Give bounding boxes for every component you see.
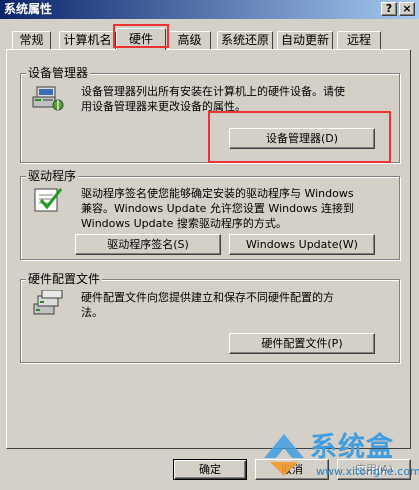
windows-update-button[interactable]: Windows Update(W)	[229, 234, 375, 255]
tab-computer-name[interactable]: 计算机名	[59, 31, 116, 49]
device-manager-title: 设备管理器	[26, 66, 91, 80]
window-title: 系统属性	[4, 2, 53, 16]
system-properties-window: 系统属性 ? × 常规 计算机名 硬件 高级 系统还原 自动更新 远程 设备管理…	[0, 0, 419, 490]
close-button[interactable]: ×	[399, 2, 415, 16]
driver-signing-button[interactable]: 驱动程序签名(S)	[75, 234, 221, 255]
hardware-profile-icon	[33, 290, 63, 315]
tab-general[interactable]: 常规	[12, 31, 51, 49]
driver-signing-icon	[34, 188, 63, 212]
hardware-profiles-button[interactable]: 硬件配置文件(P)	[229, 333, 375, 354]
watermark-brand: 系统盒	[310, 432, 394, 463]
device-manager-icon	[32, 86, 64, 111]
device-manager-button[interactable]: 设备管理器(D)	[229, 128, 375, 149]
tab-system-restore[interactable]: 系统还原	[217, 31, 273, 49]
help-button[interactable]: ?	[381, 2, 397, 16]
watermark-logo-icon	[264, 434, 304, 476]
tab-hardware[interactable]: 硬件	[116, 28, 166, 50]
drivers-description: 驱动程序签名使您能够确定安装的驱动程序与 Windows 兼容。Windows …	[81, 187, 355, 230]
ok-button[interactable]: 确定	[173, 459, 247, 480]
drivers-title: 驱动程序	[26, 169, 79, 183]
tab-automatic-updates[interactable]: 自动更新	[277, 31, 333, 49]
hardware-profiles-title: 硬件配置文件	[26, 272, 103, 286]
tab-advanced[interactable]: 高级	[168, 31, 211, 49]
hardware-profiles-description: 硬件配置文件向您提供建立和保存不同硬件配置的方 法。	[81, 291, 334, 319]
tab-remote[interactable]: 远程	[337, 31, 381, 49]
watermark-url: www.xitonghe.com	[316, 465, 419, 478]
title-bar[interactable]: 系统属性 ? ×	[0, 0, 419, 19]
device-manager-description: 设备管理器列出所有安装在计算机上的硬件设备。请使 用设备管理器来更改设备的属性。	[81, 85, 345, 113]
